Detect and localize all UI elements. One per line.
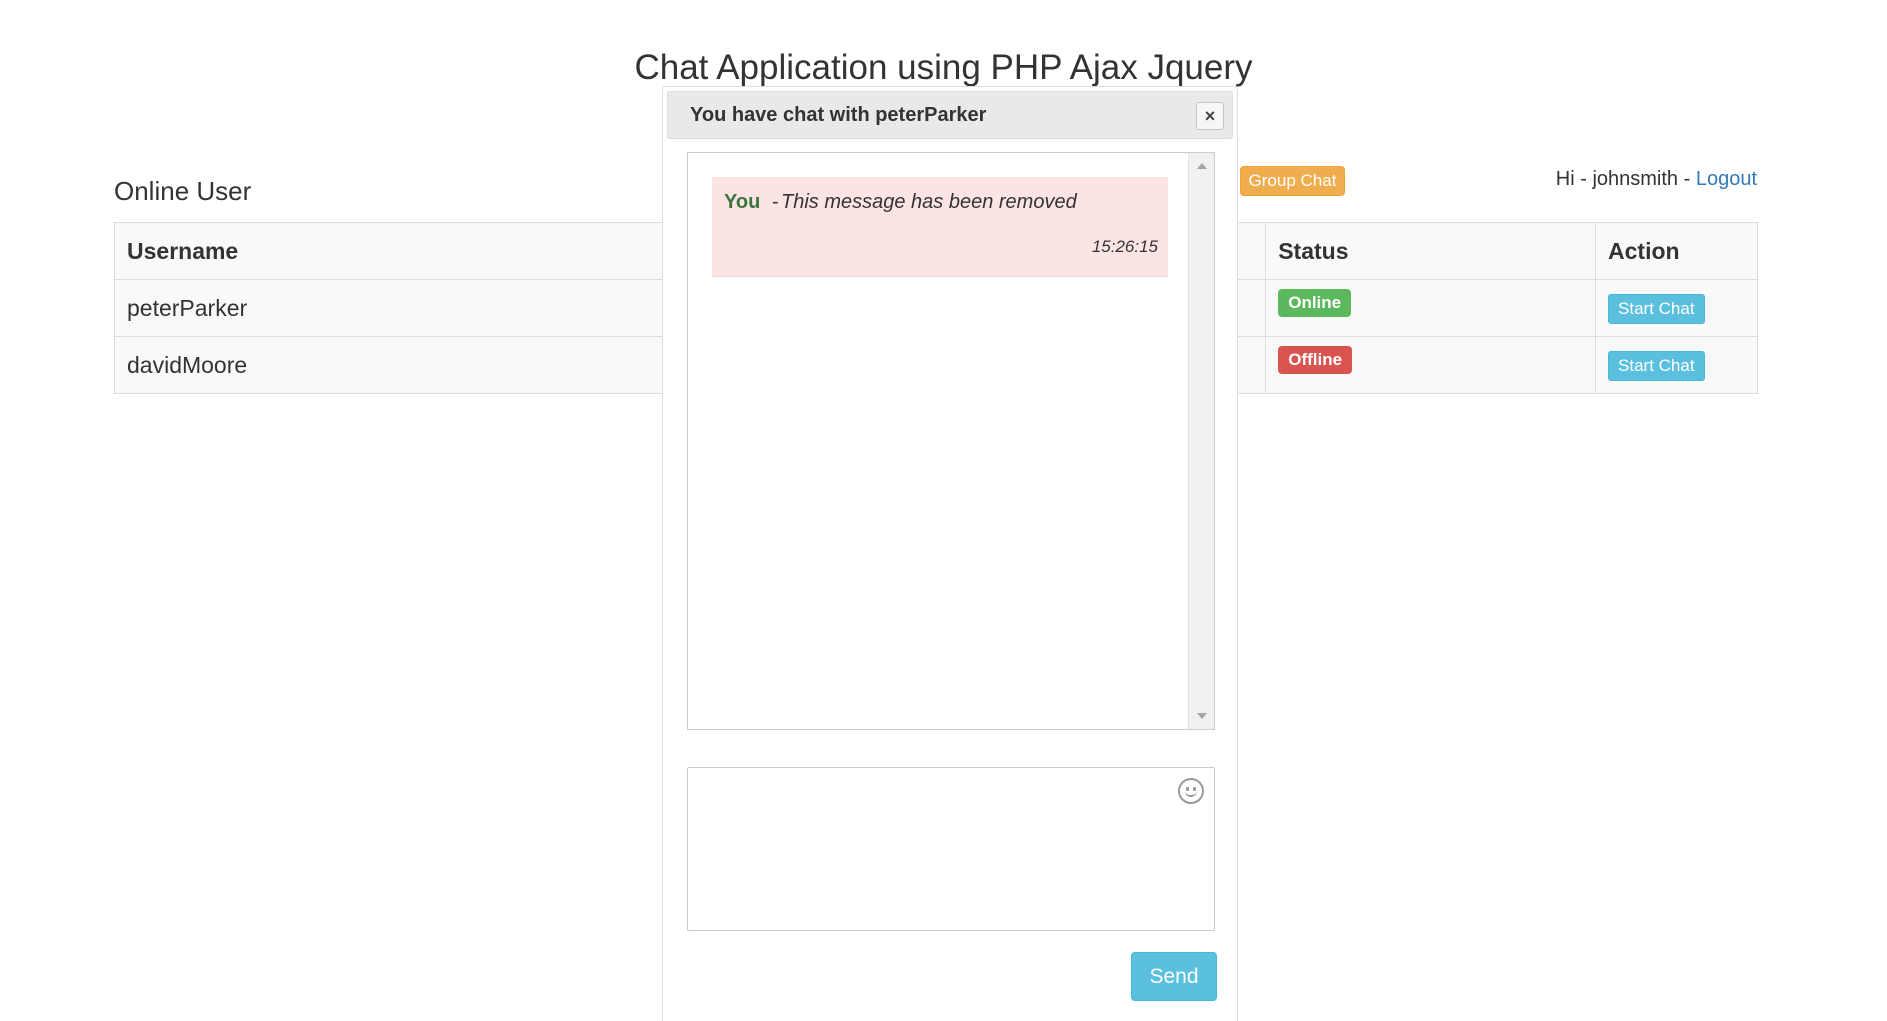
logout-link[interactable]: Logout xyxy=(1696,168,1757,190)
action-cell: Start Chat xyxy=(1595,336,1758,394)
group-chat-button[interactable]: Group Chat xyxy=(1240,166,1345,196)
dialog-title: You have chat with peterParker xyxy=(690,104,987,126)
chat-scrollbar[interactable] xyxy=(1188,153,1214,729)
action-cell: Start Chat xyxy=(1595,279,1758,337)
status-badge-online: Online xyxy=(1278,289,1352,317)
chat-dialog: You have chat with peterParker × You - T… xyxy=(662,86,1238,1021)
chat-message-input[interactable] xyxy=(688,768,1214,930)
message-separator: - xyxy=(772,191,779,213)
start-chat-button[interactable]: Start Chat xyxy=(1608,350,1705,381)
message-text: This message has been removed xyxy=(781,191,1077,213)
send-button[interactable]: Send xyxy=(1131,952,1217,1001)
chat-message: You - This message has been removed 15:2… xyxy=(712,177,1168,277)
dialog-titlebar[interactable]: You have chat with peterParker × xyxy=(667,91,1233,139)
smiley-face-icon[interactable] xyxy=(1178,778,1204,804)
greeting-text: Hi - johnsmith - xyxy=(1555,168,1696,190)
close-icon[interactable]: × xyxy=(1196,102,1224,130)
online-user-heading: Online User xyxy=(114,176,252,206)
status-cell: Online xyxy=(1265,279,1597,337)
page-title: Chat Application using PHP Ajax Jquery xyxy=(634,48,1253,87)
emoji-mouth xyxy=(1185,790,1197,797)
scroll-down-arrow-icon[interactable] xyxy=(1197,713,1207,719)
chat-history[interactable]: You - This message has been removed 15:2… xyxy=(687,152,1215,730)
message-compose-box xyxy=(687,767,1215,931)
message-author: You xyxy=(724,191,761,213)
status-cell: Offline xyxy=(1265,336,1597,394)
user-greeting: Hi - johnsmith - Logout xyxy=(1556,169,1757,189)
start-chat-button[interactable]: Start Chat xyxy=(1608,293,1705,324)
status-badge-offline: Offline xyxy=(1278,346,1353,374)
column-header-status: Status xyxy=(1265,222,1597,280)
message-timestamp: 15:26:15 xyxy=(1091,237,1158,256)
column-header-action: Action xyxy=(1595,222,1758,280)
scroll-up-arrow-icon[interactable] xyxy=(1197,163,1207,169)
